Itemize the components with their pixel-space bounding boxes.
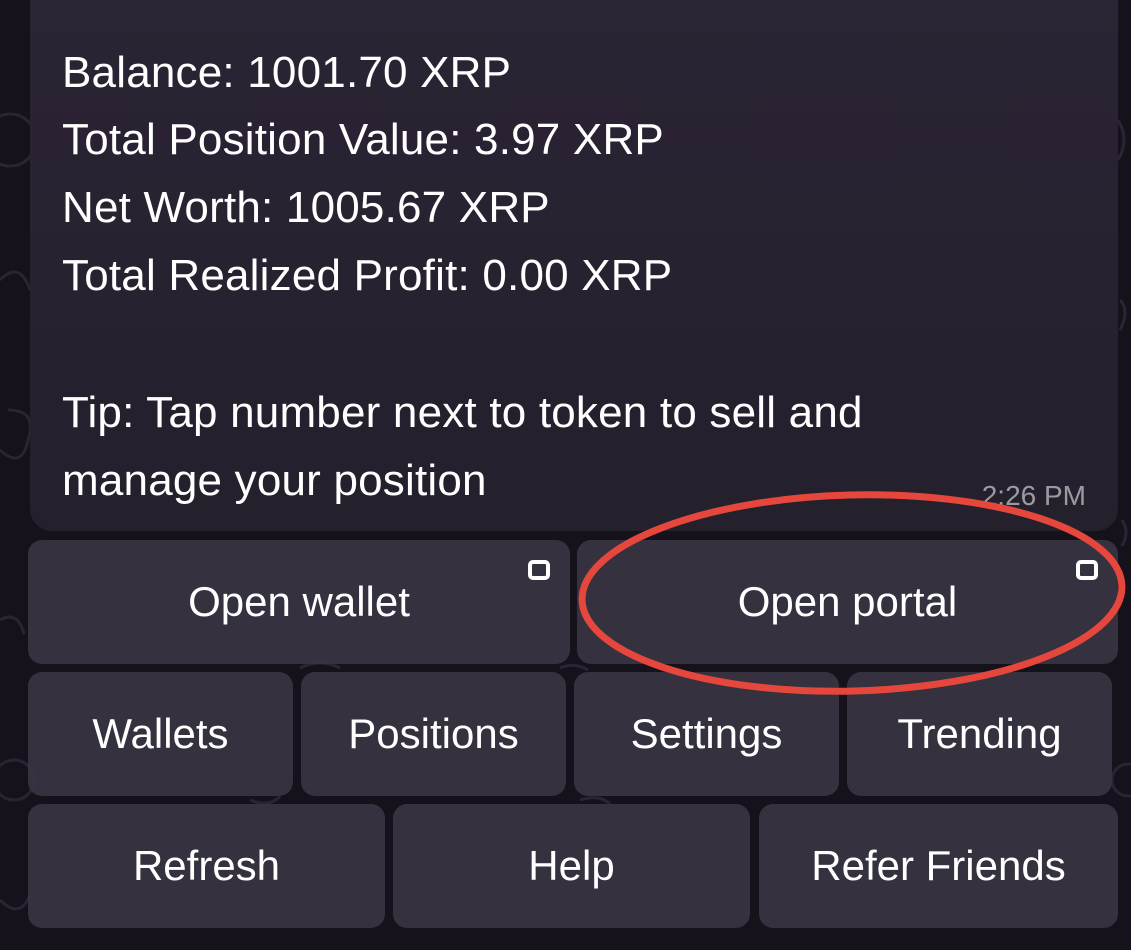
refresh-button[interactable]: Refresh: [28, 804, 385, 928]
help-label: Help: [528, 842, 615, 889]
refer-friends-label: Refer Friends: [811, 842, 1066, 889]
net-worth-text: Net Worth: 1005.67 XRP: [62, 183, 550, 232]
trending-label: Trending: [897, 710, 1062, 757]
wallets-button[interactable]: Wallets: [28, 672, 293, 796]
open-portal-label: Open portal: [737, 578, 958, 625]
open-wallet-label: Open wallet: [188, 578, 410, 625]
total-position-value-text: Total Position Value: 3.97 XRP: [62, 115, 664, 164]
tip-text-line-2: manage your position: [62, 456, 487, 505]
total-realized-profit-text: Total Realized Profit: 0.00 XRP: [62, 251, 673, 300]
positions-label: Positions: [348, 710, 519, 757]
trending-button[interactable]: Trending: [847, 672, 1112, 796]
webapp-icon: [528, 560, 550, 580]
open-wallet-button[interactable]: Open wallet: [28, 540, 570, 664]
help-button[interactable]: Help: [393, 804, 750, 928]
tip-text-line-1: Tip: Tap number next to token to sell an…: [62, 388, 863, 437]
message-timestamp: 2:26 PM: [981, 480, 1086, 511]
refresh-label: Refresh: [132, 842, 281, 889]
balance-text: Balance: 1001.70 XRP: [62, 48, 512, 97]
settings-label: Settings: [630, 710, 783, 757]
open-portal-button[interactable]: Open portal: [577, 540, 1118, 664]
positions-button[interactable]: Positions: [301, 672, 566, 796]
message-bubble: Balance: 1001.70 XRP Total Position Valu…: [30, 0, 1118, 531]
settings-button[interactable]: Settings: [574, 672, 839, 796]
wallets-label: Wallets: [92, 710, 229, 757]
refer-friends-button[interactable]: Refer Friends: [759, 804, 1118, 928]
webapp-icon: [1076, 560, 1098, 580]
